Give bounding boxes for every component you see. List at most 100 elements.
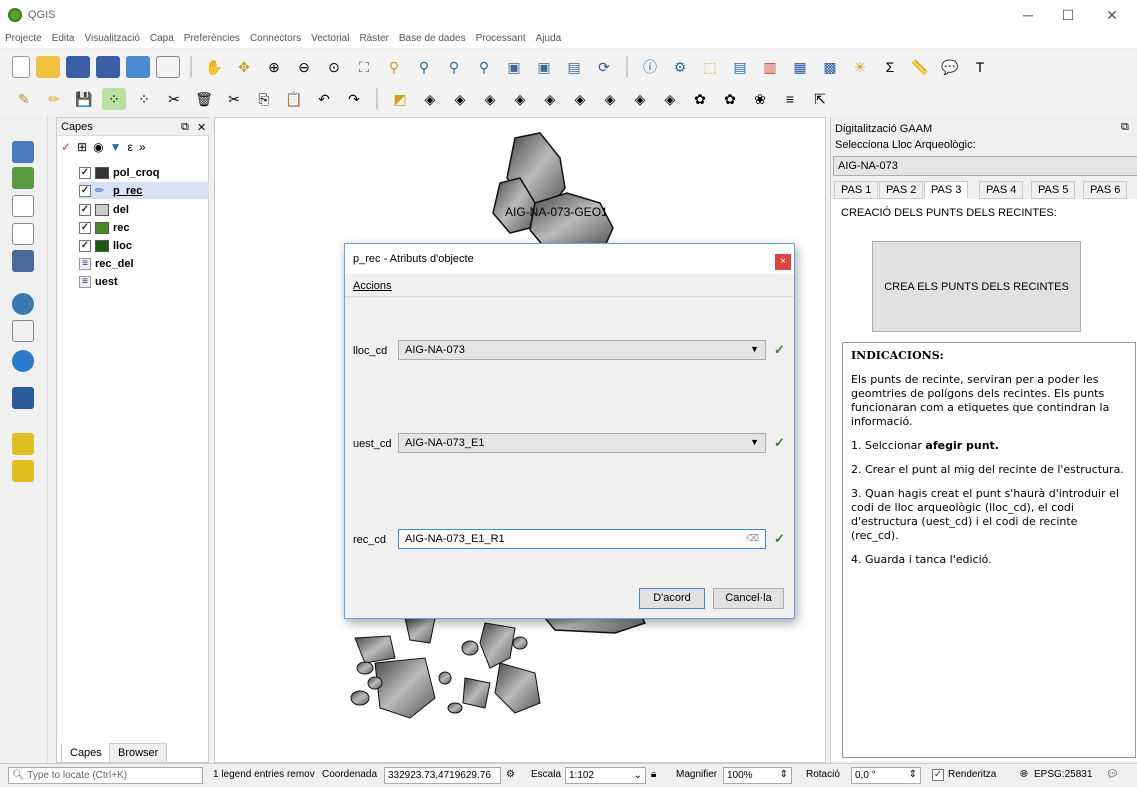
python-console-icon[interactable] (12, 293, 34, 315)
minimize-icon[interactable]: ─ (1013, 6, 1043, 24)
trace-icon[interactable]: ⇱ (808, 88, 832, 110)
cut-features-icon[interactable]: ✂ (222, 88, 246, 110)
maximize-icon[interactable]: ☐ (1053, 6, 1083, 24)
tab-pas-4[interactable]: PAS 4 (979, 181, 1024, 199)
rotation-spinbox[interactable]: 0,0 ° ⇕ (851, 767, 921, 784)
label-tool-icon[interactable]: ◩ (388, 88, 412, 110)
more-icon[interactable]: » (139, 140, 146, 154)
zoom-next-icon[interactable]: ⚲ (472, 56, 496, 78)
measure-icon[interactable]: 📏 (908, 56, 932, 78)
new-map-view-icon[interactable]: ▣ (502, 56, 526, 78)
zoom-native-icon[interactable]: ⊙ (322, 56, 346, 78)
filter-legend-icon[interactable]: ▼ (110, 140, 122, 154)
locator-search-input[interactable]: 🔍︎ Type to locate (Ctrl+K) (8, 767, 203, 784)
layer-checkbox[interactable]: ✓ (79, 184, 91, 197)
menu-ajuda[interactable]: Ajuda (531, 30, 567, 44)
tab-pas-3[interactable]: PAS 3 (924, 181, 969, 199)
toggle-editing-icon[interactable]: ✏ (42, 88, 66, 110)
style-layer-icon[interactable]: ✓ (61, 140, 71, 154)
crs-label[interactable]: EPSG:25831 (1034, 769, 1092, 780)
field-calculator-icon[interactable]: ✳ (848, 56, 872, 78)
zoom-out-icon[interactable]: ⊖ (292, 56, 316, 78)
layer-item[interactable]: ✓ pol_croq (79, 164, 159, 181)
layer-item[interactable]: ✓ rec (79, 219, 130, 236)
sum-icon[interactable]: Σ (878, 56, 902, 78)
tab-browser[interactable]: Browser (109, 743, 168, 763)
tab-pas-6[interactable]: PAS 6 (1083, 181, 1128, 199)
layer-checkbox[interactable]: ✓ (79, 239, 91, 252)
zoom-full-icon[interactable]: ⛶ (352, 56, 376, 78)
select-by-value-icon[interactable]: ▤ (728, 56, 752, 78)
save-edits-icon[interactable]: 💾 (72, 88, 96, 110)
shape-digitize-icon[interactable]: ✿ (718, 88, 742, 110)
clear-input-icon[interactable]: ⌫ (746, 533, 759, 544)
add-point-icon[interactable]: ⁘ (102, 88, 126, 110)
add-wms-layer-icon[interactable] (12, 250, 34, 272)
toggle-extents-icon[interactable]: ⚙ (506, 769, 515, 780)
menu-raster[interactable]: Ràster (354, 30, 393, 44)
change-label-icon[interactable]: ◈ (538, 88, 562, 110)
rotate-point-symbol-icon[interactable]: ◈ (628, 88, 652, 110)
rotate-label-icon[interactable]: ◈ (508, 88, 532, 110)
open-folder-icon[interactable] (36, 56, 60, 78)
gaam-plugin-icon[interactable] (12, 433, 34, 455)
gaam-plugin-2-icon[interactable] (12, 460, 34, 482)
modify-attributes-icon[interactable]: ✂ (162, 88, 186, 110)
redo-icon[interactable]: ↷ (342, 88, 366, 110)
zoom-layer-icon[interactable]: ⚲ (412, 56, 436, 78)
offset-point-symbol-icon[interactable]: ◈ (658, 88, 682, 110)
layer-item[interactable]: ≡ rec_del (79, 255, 134, 272)
save-as-icon[interactable] (96, 56, 120, 78)
select-features-icon[interactable]: ⬚ (698, 56, 722, 78)
site-select[interactable]: AIG-NA-073 (833, 156, 1137, 176)
tab-pas-2[interactable]: PAS 2 (879, 181, 924, 199)
digitize-line-icon[interactable] (12, 320, 34, 342)
close-icon[interactable]: ✕ (1097, 6, 1127, 24)
magnifier-spinbox[interactable]: 100% ⇕ (723, 767, 792, 784)
vertex-tool-icon[interactable]: ⁘ (132, 88, 156, 110)
save-icon[interactable] (66, 56, 90, 78)
map-tips-icon[interactable]: 💬 (938, 56, 962, 78)
menu-connectors[interactable]: Connectors (245, 30, 306, 44)
menu-edita[interactable]: Edita (47, 30, 80, 44)
run-action-icon[interactable]: ⚙ (668, 56, 692, 78)
crs-globe-icon[interactable]: 🌐︎ (1020, 769, 1028, 780)
new-project-icon[interactable] (12, 56, 30, 78)
snapping-icon[interactable]: ❀ (748, 88, 772, 110)
lock-scale-icon[interactable]: 🔒︎ (651, 769, 656, 780)
uest-cd-select[interactable]: AIG-NA-073_E1 ▼ (398, 433, 766, 453)
move-diagram-icon[interactable]: ◈ (598, 88, 622, 110)
manage-visibility-icon[interactable]: ◉ (93, 140, 103, 154)
identify-icon[interactable]: ⓘ (638, 56, 662, 78)
paste-features-icon[interactable]: 📋 (282, 88, 306, 110)
copy-features-icon[interactable]: ⎘ (252, 88, 276, 110)
coordinate-field[interactable]: 332923.73,4719629.76 (384, 767, 501, 784)
menu-capa[interactable]: Capa (145, 30, 179, 44)
layer-checkbox[interactable]: ✓ (79, 166, 91, 179)
current-edits-icon[interactable]: ✎ (12, 88, 36, 110)
undo-icon[interactable]: ↶ (312, 88, 336, 110)
render-checkbox[interactable]: ✓ (932, 769, 944, 781)
tab-pas-1[interactable]: PAS 1 (834, 181, 879, 199)
create-points-button[interactable]: CREA ELS PUNTS DELS RECINTES (872, 241, 1081, 332)
pan-to-selection-icon[interactable]: ✥ (232, 56, 256, 78)
zoom-last-icon[interactable]: ⚲ (442, 56, 466, 78)
layer-item[interactable]: ✓ lloc (79, 237, 132, 254)
float-panel-icon[interactable]: ⧉ (181, 121, 189, 134)
refresh-icon[interactable]: ⟳ (592, 56, 616, 78)
deselect-icon[interactable]: ▥ (758, 56, 782, 78)
attribute-table-icon[interactable]: ▦ (788, 56, 812, 78)
pin-labels-icon[interactable]: ◈ (418, 88, 442, 110)
add-vector-layer-icon[interactable] (12, 167, 34, 189)
scale-select[interactable]: 1:102 ⌄ (565, 767, 646, 784)
dialog-menu-actions[interactable]: Accions (353, 280, 392, 292)
print-layout-icon[interactable] (126, 56, 150, 78)
digitize-icon[interactable]: ✿ (688, 88, 712, 110)
messages-icon[interactable]: 💬︎ (1106, 769, 1119, 780)
align-icon[interactable]: ≡ (778, 88, 802, 110)
menu-visualitzacio[interactable]: Visualització (79, 30, 144, 44)
text-annotation-icon[interactable]: T (968, 56, 992, 78)
database-icon[interactable] (12, 387, 34, 409)
rec-cd-input[interactable]: AIG-NA-073_E1_R1 ⌫ (398, 529, 766, 549)
dialog-close-icon[interactable]: × (775, 254, 791, 270)
